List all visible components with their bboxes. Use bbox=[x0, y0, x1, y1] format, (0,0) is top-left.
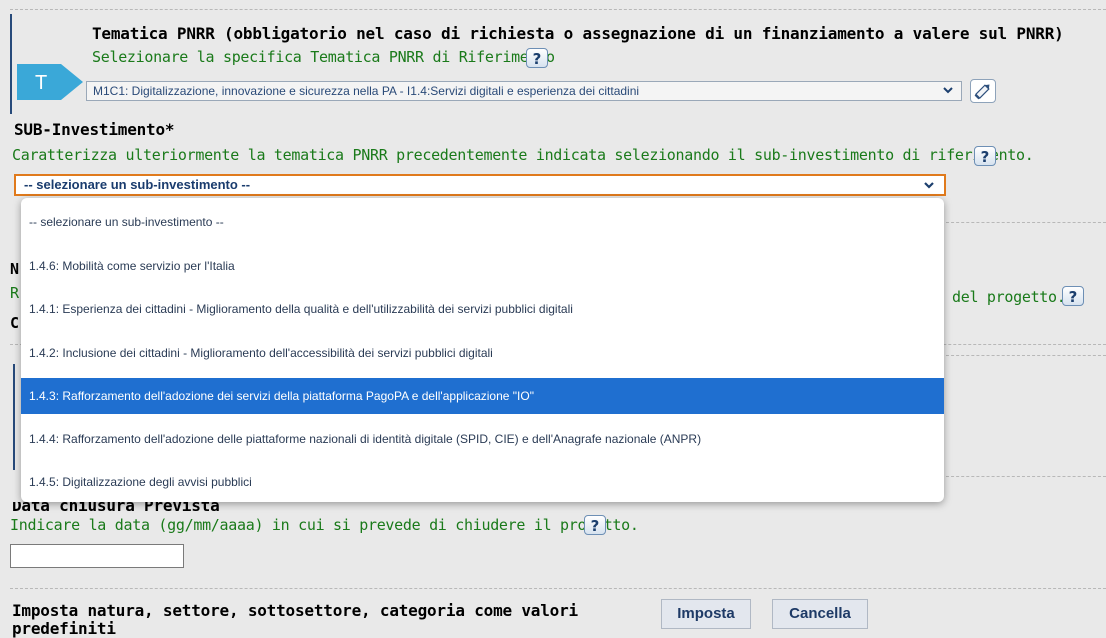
sub-investimento-option[interactable]: 1.4.2: Inclusione dei cittadini - Miglio… bbox=[21, 335, 944, 371]
sub-investimento-help-button[interactable]: ? bbox=[974, 146, 996, 166]
progetto-instruction-tail: del progetto. bbox=[952, 288, 1066, 306]
tematica-panel-border bbox=[10, 14, 12, 114]
chevron-down-icon bbox=[924, 182, 934, 189]
tematica-badge-letter: T bbox=[35, 72, 47, 94]
cancella-button[interactable]: Cancella bbox=[772, 599, 868, 629]
divider bbox=[10, 588, 1106, 589]
sub-investimento-option[interactable]: 1.4.6: Mobilità come servizio per l'Ital… bbox=[21, 248, 944, 284]
sub-investimento-dropdown-list: -- selezionare un sub-investimento -- 1.4… bbox=[21, 198, 944, 502]
sub-investimento-select[interactable]: -- selezionare un sub-investimento -- bbox=[14, 174, 946, 196]
sub-investimento-option[interactable]: -- selezionare un sub-investimento -- bbox=[21, 204, 944, 240]
tematica-instruction: Selezionare la specifica Tematica PNRR d… bbox=[92, 48, 555, 66]
divider bbox=[946, 476, 1106, 477]
sub-investimento-select-value: -- selezionare un sub-investimento -- bbox=[24, 177, 251, 192]
hidden-field-initial-n: N bbox=[10, 260, 20, 278]
tematica-help-button[interactable]: ? bbox=[526, 48, 548, 68]
imposta-button[interactable]: Imposta bbox=[661, 599, 751, 629]
sub-investimento-option[interactable]: 1.4.3: Rafforzamento dell'adozione dei s… bbox=[21, 378, 944, 414]
sub-investimento-option[interactable]: 1.4.4: Rafforzamento dell'adozione delle… bbox=[21, 421, 944, 457]
hidden-field-initial-r: R bbox=[10, 284, 20, 302]
data-chiusura-input[interactable] bbox=[10, 544, 184, 568]
sub-investimento-option[interactable]: 1.4.1: Esperienza dei cittadini - Miglio… bbox=[21, 291, 944, 327]
imposta-valori-label: Imposta natura, settore, sottosettore, c… bbox=[12, 601, 578, 638]
divider bbox=[946, 355, 1106, 356]
sub-investimento-instruction: Caratterizza ulteriormente la tematica P… bbox=[12, 146, 1034, 164]
hidden-field-initial-c: C bbox=[10, 314, 20, 332]
tematica-select[interactable]: M1C1: Digitalizzazione, innovazione e si… bbox=[86, 81, 962, 101]
divider bbox=[946, 222, 1106, 223]
sub-investimento-title: SUB-Investimento* bbox=[14, 120, 175, 139]
tematica-title: Tematica PNRR (obbligatorio nel caso di … bbox=[92, 24, 1064, 43]
tematica-select-value: M1C1: Digitalizzazione, innovazione e si… bbox=[93, 84, 640, 98]
tematica-badge-arrow-icon: T bbox=[17, 64, 83, 100]
data-chiusura-instruction: Indicare la data (gg/mm/aaaa) in cui si … bbox=[10, 516, 639, 534]
inner-panel-border bbox=[13, 364, 15, 470]
data-chiusura-help-button[interactable]: ? bbox=[584, 515, 606, 535]
tematica-edit-button[interactable] bbox=[970, 79, 996, 103]
sub-investimento-option[interactable]: 1.4.5: Digitalizzazione degli avvisi pub… bbox=[21, 464, 944, 500]
pencil-icon bbox=[974, 84, 990, 100]
chevron-down-icon bbox=[943, 87, 953, 94]
top-divider bbox=[10, 9, 1106, 10]
progetto-help-button[interactable]: ? bbox=[1062, 286, 1084, 306]
